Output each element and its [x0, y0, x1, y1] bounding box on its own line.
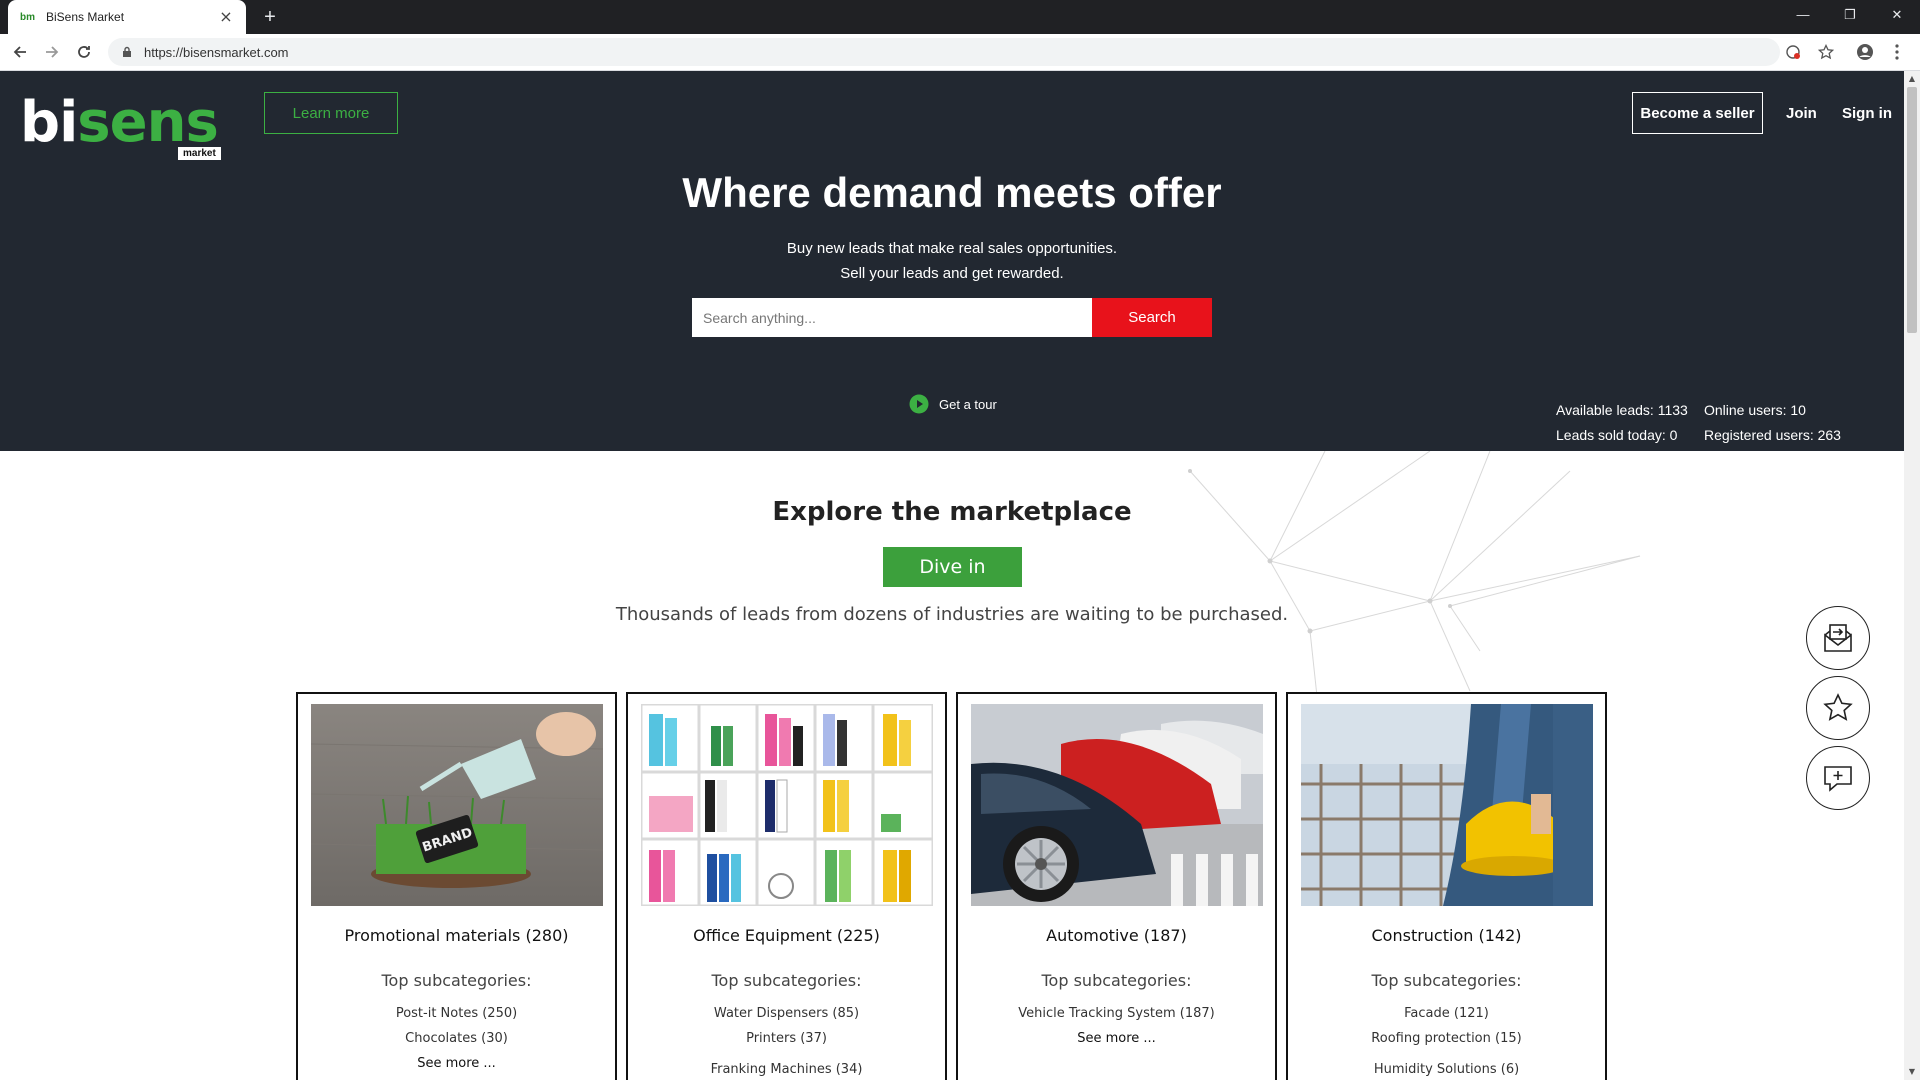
close-tab-icon[interactable]: ×: [218, 9, 234, 25]
profile-icon[interactable]: [1854, 41, 1876, 63]
new-tab-icon[interactable]: +: [258, 5, 282, 29]
get-a-tour-link[interactable]: Get a tour: [909, 394, 997, 414]
add-comment-icon: [1824, 766, 1852, 792]
restore-icon[interactable]: ❐: [1827, 0, 1873, 30]
tab-title: BiSens Market: [46, 10, 125, 24]
scroll-up-icon[interactable]: ▲: [1904, 71, 1920, 87]
scroll-down-icon[interactable]: ▼: [1904, 1064, 1920, 1080]
browser-toolbar: https://bisensmarket.com: [0, 34, 1920, 71]
address-bar[interactable]: https://bisensmarket.com: [108, 38, 1780, 66]
subcategory-item[interactable]: Chocolates (30): [298, 1026, 615, 1051]
subcategory-item[interactable]: Humidity Solutions (6): [1288, 1057, 1605, 1080]
category-card-automotive[interactable]: Automotive (187) Top subcategories: Vehi…: [956, 692, 1277, 1080]
become-seller-button[interactable]: Become a seller: [1632, 92, 1763, 134]
registered-users-stat: Registered users: 263: [1704, 427, 1841, 443]
see-more-link[interactable]: See more ...: [298, 1051, 615, 1076]
close-window-icon[interactable]: ✕: [1874, 0, 1920, 30]
minimize-icon[interactable]: —: [1780, 0, 1826, 30]
category-card-office[interactable]: Office Equipment (225) Top subcategories…: [626, 692, 947, 1080]
bookmark-star-icon[interactable]: [1815, 41, 1837, 63]
category-title[interactable]: Promotional materials (280): [298, 926, 615, 945]
search-button[interactable]: Search: [1092, 298, 1212, 337]
star-icon: [1823, 693, 1853, 721]
url-text: https://bisensmarket.com: [144, 44, 289, 60]
get-a-tour-label: Get a tour: [939, 396, 997, 412]
lock-icon: [120, 45, 134, 59]
top-subcategories-heading: Top subcategories:: [711, 971, 862, 990]
subcategory-item[interactable]: Franking Machines (34): [628, 1057, 945, 1080]
hero-subtitle-sell: Sell your leads and get rewarded.: [840, 265, 1064, 282]
logo[interactable]: bisens market: [20, 90, 230, 160]
subcategory-item[interactable]: Facade (121): [1288, 1001, 1605, 1026]
dive-in-button[interactable]: Dive in: [883, 547, 1022, 587]
office-equipment-image[interactable]: [641, 704, 933, 906]
subcategory-list: Post-it Notes (250) Chocolates (30) See …: [298, 1001, 615, 1076]
favicon-icon: bm: [20, 11, 35, 23]
category-title[interactable]: Automotive (187): [958, 926, 1275, 945]
join-link[interactable]: Join: [1786, 92, 1817, 134]
automotive-image[interactable]: [971, 704, 1263, 906]
reload-icon[interactable]: [72, 40, 96, 64]
subcategory-list: Water Dispensers (85) Printers (37) Fran…: [628, 1001, 945, 1080]
hero-title: Where demand meets offer: [682, 169, 1222, 216]
inbox-button[interactable]: [1806, 606, 1870, 670]
logo-market-label: market: [178, 147, 221, 160]
forward-icon[interactable]: [40, 40, 64, 64]
play-icon: [909, 394, 929, 414]
category-title[interactable]: Office Equipment (225): [628, 926, 945, 945]
subcategory-list: Facade (121) Roofing protection (15) Hum…: [1288, 1001, 1605, 1080]
learn-more-button[interactable]: Learn more: [264, 92, 398, 134]
subcategory-item[interactable]: Vehicle Tracking System (187): [958, 1001, 1275, 1026]
hero-section: bisens market Learn more Become a seller…: [0, 71, 1904, 451]
available-leads-stat: Available leads: 1133: [1556, 402, 1688, 418]
sign-in-link[interactable]: Sign in: [1842, 92, 1892, 134]
construction-image[interactable]: [1301, 704, 1593, 906]
subcategory-item[interactable]: Post-it Notes (250): [298, 1001, 615, 1026]
search-input[interactable]: [692, 298, 1092, 337]
back-icon[interactable]: [8, 40, 32, 64]
top-subcategories-heading: Top subcategories:: [1371, 971, 1522, 990]
online-users-stat: Online users: 10: [1704, 402, 1806, 418]
subcategory-item[interactable]: Printers (37): [628, 1026, 945, 1051]
promotional-materials-image[interactable]: BRAND: [311, 704, 603, 906]
category-card-construction[interactable]: Construction (142) Top subcategories: Fa…: [1286, 692, 1607, 1080]
inbox-arrow-icon: [1824, 624, 1852, 652]
logo-text-sens: sens: [77, 90, 219, 155]
hero-subtitle-buy: Buy new leads that make real sales oppor…: [786, 240, 1118, 257]
site-stats: Available leads: 1133 Online users: 10 L…: [1556, 398, 1841, 448]
top-subcategories-heading: Top subcategories:: [381, 971, 532, 990]
page-content: bisens market Learn more Become a seller…: [0, 71, 1904, 1080]
scrollbar-thumb[interactable]: [1907, 87, 1917, 333]
browser-tab-bar: bm BiSens Market × + — ❐ ✕: [0, 0, 1920, 34]
browser-tab[interactable]: bm BiSens Market ×: [8, 0, 246, 34]
category-card-promotional[interactable]: BRAND Promotional materials (280) Top su…: [296, 692, 617, 1080]
explore-title: Explore the marketplace: [772, 497, 1132, 527]
category-title[interactable]: Construction (142): [1288, 926, 1605, 945]
search-form: Search: [692, 298, 1212, 337]
subcategory-item[interactable]: Water Dispensers (85): [628, 1001, 945, 1026]
leads-sold-today-stat: Leads sold today: 0: [1556, 427, 1678, 443]
subcategory-item[interactable]: Roofing protection (15): [1288, 1026, 1605, 1051]
subcategory-list: Vehicle Tracking System (187) See more .…: [958, 1001, 1275, 1051]
see-more-link[interactable]: See more ...: [958, 1026, 1275, 1051]
top-subcategories-heading: Top subcategories:: [1041, 971, 1192, 990]
page-scrollbar[interactable]: ▲ ▼: [1904, 71, 1920, 1080]
favorites-button[interactable]: [1806, 676, 1870, 740]
blocked-content-icon[interactable]: [1782, 41, 1804, 63]
logo-text-bi: bi: [20, 90, 78, 155]
explore-subtitle: Thousands of leads from dozens of indust…: [615, 604, 1289, 625]
feedback-button[interactable]: [1806, 746, 1870, 810]
menu-dots-icon[interactable]: [1886, 41, 1908, 63]
